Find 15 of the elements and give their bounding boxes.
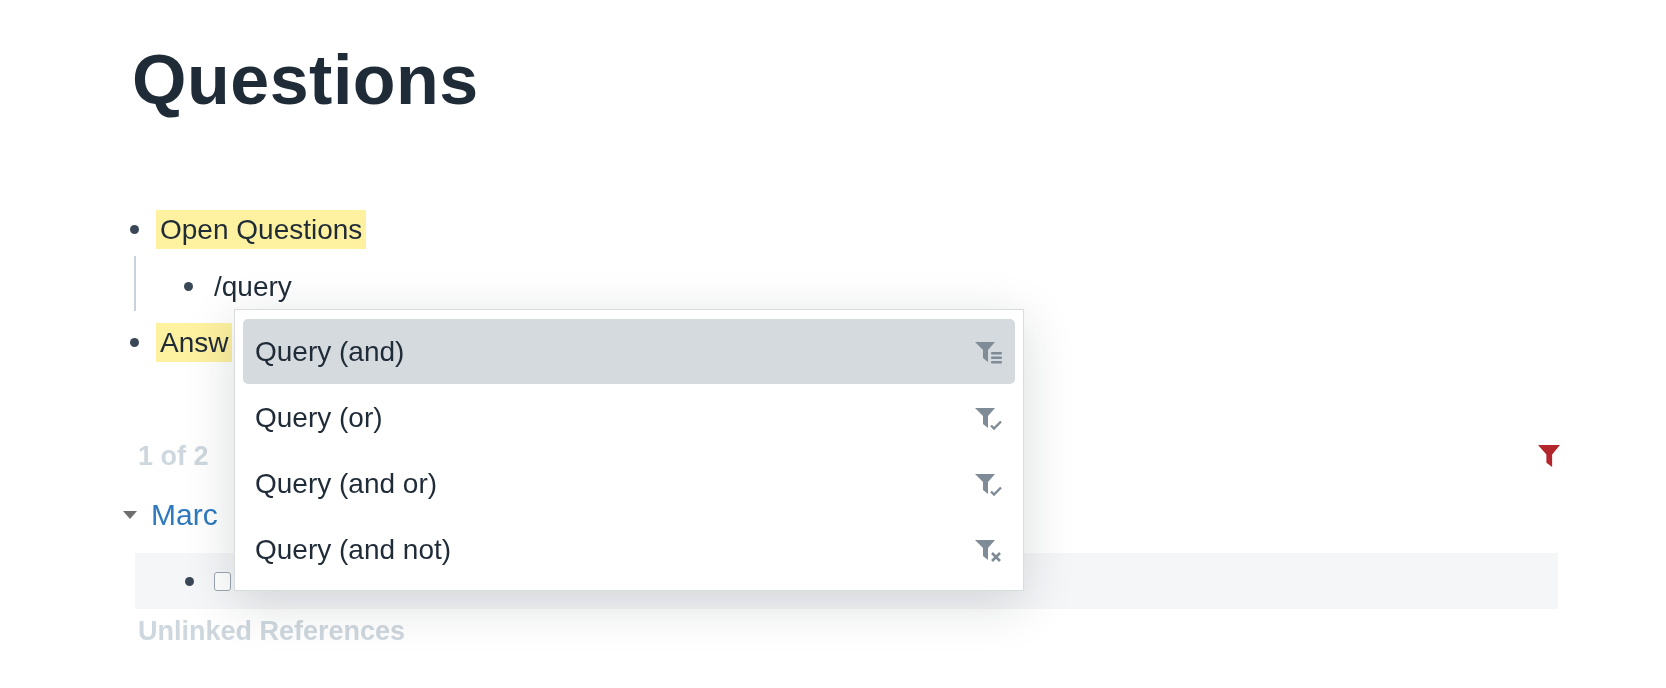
checkbox[interactable]	[214, 571, 231, 591]
menu-item[interactable]: Query (and not)	[243, 517, 1015, 582]
block-text: /query	[213, 269, 293, 304]
block-text: Answ	[156, 322, 233, 362]
menu-item[interactable]: Query (and)	[243, 319, 1015, 384]
bullet-icon[interactable]	[129, 224, 139, 234]
bullet-icon[interactable]	[183, 281, 193, 291]
page-link[interactable]: Marc	[151, 498, 218, 532]
bullet-icon[interactable]	[184, 576, 194, 586]
filter-icon[interactable]	[1536, 444, 1562, 468]
menu-item[interactable]: Query (and or)	[243, 451, 1015, 516]
menu-item[interactable]: Query (or)	[243, 385, 1015, 450]
block-text: Open Questions	[156, 209, 367, 249]
page-title: Questions	[132, 40, 480, 121]
bullet-icon[interactable]	[129, 337, 139, 347]
